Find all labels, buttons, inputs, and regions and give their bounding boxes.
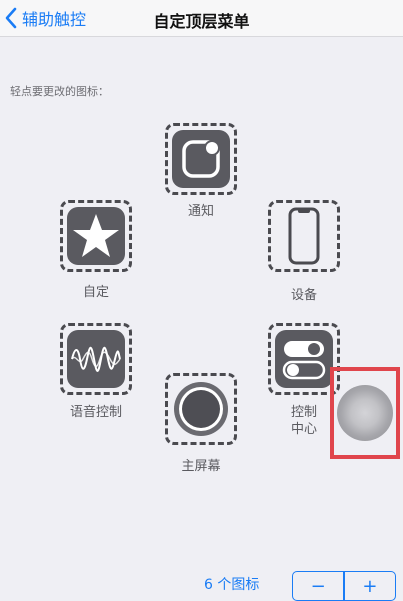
decrease-button[interactable]: − (293, 572, 343, 600)
icon-count-stepper: − + (292, 571, 396, 601)
home-slot[interactable] (165, 373, 237, 445)
increase-button[interactable]: + (345, 572, 395, 600)
navigation-bar: 辅助触控 自定顶层菜单 (0, 0, 403, 37)
device-icon (275, 207, 333, 265)
custom-slot[interactable] (60, 200, 132, 272)
icon-count: 6 个图标 (204, 577, 260, 593)
notification-slot[interactable] (165, 123, 237, 195)
custom-label: 自定 (82, 285, 109, 300)
assistive-touch-button[interactable] (330, 367, 400, 459)
notification-icon (172, 130, 230, 188)
back-label: 辅助触控 (22, 10, 87, 29)
home-button-icon (172, 380, 230, 438)
device-slot[interactable] (268, 200, 340, 272)
assistive-touch-circle (337, 385, 393, 441)
star-icon (67, 207, 125, 265)
chevron-left-icon (5, 7, 17, 29)
waveform-icon (67, 330, 125, 388)
home-label: 主屏幕 (181, 459, 221, 474)
voice-control-label: 语音控制 (69, 405, 122, 420)
back-button[interactable]: 辅助触控 (4, 6, 86, 30)
toggle-switches-icon (275, 330, 333, 388)
device-label: 设备 (290, 288, 317, 303)
instruction-text: 轻点要更改的图标： (10, 85, 109, 98)
voice-control-slot[interactable] (60, 323, 132, 395)
notification-label: 通知 (187, 204, 214, 219)
